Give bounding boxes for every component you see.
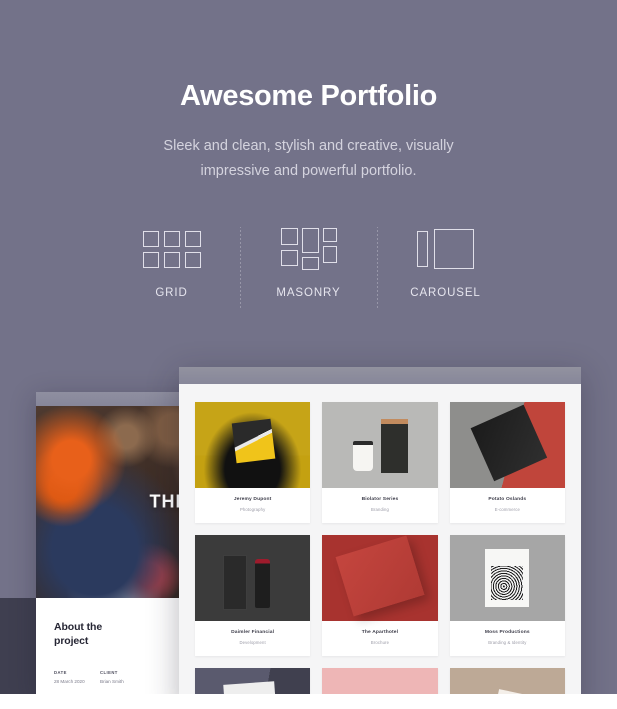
portfolio-caption: Potato Oslands E-commerce [450,488,565,523]
portfolio-caption: Moss Productions Branding & Identity [450,621,565,656]
grid-layout-icon [142,224,201,274]
masonry-layout-icon [280,224,337,274]
portfolio-grid: Jeremy Dupont Photography Biolator Serie… [179,384,581,709]
portfolio-caption: Daimler Financial Development [195,621,310,656]
portfolio-title: Moss Productions [484,630,530,635]
layout-option-grid[interactable]: GRID [104,224,240,299]
portfolio-card[interactable]: Daimler Financial Development [195,535,311,656]
portfolio-thumbnail [195,535,311,621]
portfolio-caption: Jeremy Dupont Photography [195,488,310,523]
portfolio-thumbnail [322,402,438,488]
portfolio-card[interactable]: Biolator Series Branding [322,402,438,523]
bottom-band [0,694,617,709]
layout-option-masonry-label: MASONRY [276,287,341,299]
portfolio-grid-mockup[interactable]: Jeremy Dupont Photography Biolator Serie… [179,367,581,709]
portfolio-card[interactable]: Moss Productions Branding & Identity [449,535,565,656]
portfolio-caption: The Aparthotel Brochure [322,621,437,656]
project-meta-client-label: CLIENT [100,670,118,675]
portfolio-category: Development [239,640,266,645]
page-title: Awesome Portfolio [179,80,438,112]
layout-option-carousel[interactable]: CAROUSEL [378,224,514,299]
carousel-layout-icon [417,224,474,274]
project-meta-client-value: Brian Smith [100,679,124,684]
decorative-numeral: 4 [371,565,401,608]
portfolio-thumbnail: 4 [322,535,438,621]
portfolio-promo-page: Awesome Portfolio Sleek and clean, styli… [0,0,617,709]
portfolio-category: E-commerce [494,507,520,512]
portfolio-title: Jeremy Dupont [233,497,272,502]
layout-option-grid-label: GRID [155,287,188,299]
hero-subtitle-line2: impressive and powerful portfolio. [200,163,417,179]
layout-option-masonry[interactable]: MASONRY [241,224,377,299]
portfolio-category: Branding & Identity [488,640,527,645]
portfolio-title: Daimler Financial [231,630,275,635]
layout-options: GRID MASONRY CAROUSEL [0,224,617,309]
portfolio-title: Potato Oslands [488,497,527,502]
portfolio-browser-bar [179,367,581,384]
portfolio-thumbnail [449,535,565,621]
project-meta-date-value: 28 March 2020 [54,679,85,684]
layout-option-carousel-label: CAROUSEL [410,287,481,299]
portfolio-category: Brochure [370,640,390,645]
portfolio-thumbnail [449,402,565,488]
project-meta-client: CLIENT Brian Smith [100,670,146,684]
portfolio-title: Biolator Series [361,497,399,502]
portfolio-title: The Aparthotel [361,630,399,635]
portfolio-thumbnail [195,402,311,488]
portfolio-card[interactable]: Jeremy Dupont Photography [195,402,311,523]
project-meta-date: DATE 28 March 2020 [54,670,100,684]
portfolio-category: Branding [371,507,389,512]
hero-subtitle: Sleek and clean, stylish and creative, v… [0,134,617,184]
left-dark-panel [0,598,36,709]
portfolio-caption: Biolator Series Branding [322,488,437,523]
portfolio-card[interactable]: Potato Oslands E-commerce [449,402,565,523]
hero-section: Awesome Portfolio Sleek and clean, styli… [0,0,617,184]
project-meta-date-label: DATE [54,670,67,675]
hero-subtitle-line1: Sleek and clean, stylish and creative, v… [163,138,454,154]
portfolio-card[interactable]: 4 The Aparthotel Brochure [322,535,438,656]
portfolio-category: Photography [239,507,266,512]
